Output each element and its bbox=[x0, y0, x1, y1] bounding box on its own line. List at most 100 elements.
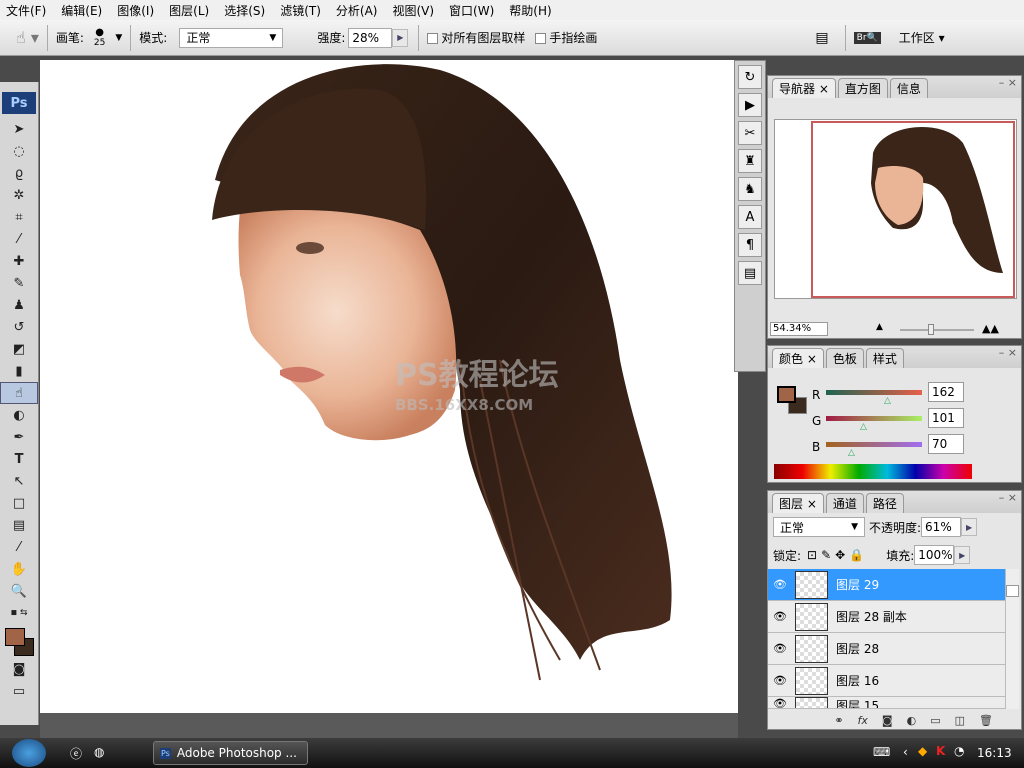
layer-row[interactable]: 👁 图层 15 bbox=[768, 697, 1005, 709]
link-layers-icon[interactable]: ⚭ bbox=[834, 714, 843, 727]
zoom-slider-handle[interactable] bbox=[928, 324, 934, 335]
menu-edit[interactable]: 编辑(E) bbox=[61, 2, 102, 19]
zoom-in-icon[interactable]: ▲▲ bbox=[982, 322, 999, 335]
move-tool-icon[interactable]: ➤ bbox=[0, 118, 38, 140]
b-slider[interactable] bbox=[826, 442, 922, 447]
adjustment-layer-icon[interactable]: ◐ bbox=[907, 714, 917, 727]
show-desktop-icon[interactable]: ◍ bbox=[94, 745, 104, 759]
delete-layer-icon[interactable]: 🗑 bbox=[979, 714, 993, 727]
brushes-panel-icon[interactable]: ♜ bbox=[738, 149, 762, 173]
tab-navigator[interactable]: 导航器 × bbox=[772, 78, 836, 98]
notes-tool-icon[interactable]: ▤ bbox=[0, 514, 38, 536]
visibility-eye-icon[interactable]: 👁 bbox=[768, 610, 792, 623]
layer-row[interactable]: 👁 图层 29 bbox=[768, 569, 1005, 601]
tray-expand-icon[interactable]: ‹ bbox=[903, 745, 908, 759]
menu-view[interactable]: 视图(V) bbox=[392, 2, 434, 19]
color-spectrum-bar[interactable] bbox=[774, 464, 972, 479]
r-slider[interactable] bbox=[826, 390, 922, 395]
actions-panel-icon[interactable]: ▶ bbox=[738, 93, 762, 117]
mode-select[interactable]: 正常 ▼ bbox=[179, 27, 284, 48]
zoom-out-icon[interactable]: ▲ bbox=[876, 322, 883, 332]
navigator-zoom-slider[interactable] bbox=[900, 324, 974, 335]
layer-row[interactable]: 👁 图层 28 副本 bbox=[768, 601, 1005, 633]
tab-layers[interactable]: 图层 × bbox=[772, 493, 824, 513]
g-slider-handle[interactable]: △ bbox=[860, 422, 867, 432]
rectangle-tool-icon[interactable]: □ bbox=[0, 492, 38, 514]
lock-position-icon[interactable]: ✥ bbox=[835, 548, 845, 562]
opacity-slider-button[interactable]: ▶ bbox=[961, 518, 978, 536]
taskbar-photoshop-button[interactable]: Ps Adobe Photoshop ... bbox=[153, 741, 308, 765]
gradient-tool-icon[interactable]: ▮ bbox=[0, 360, 38, 382]
quick-mask-icon[interactable]: ◙ bbox=[0, 658, 38, 680]
marquee-tool-icon[interactable]: ◌ bbox=[0, 140, 38, 162]
swap-colors-icon[interactable]: ◾ ⇆ bbox=[0, 602, 38, 624]
menu-image[interactable]: 图像(I) bbox=[117, 2, 154, 19]
color-swatches[interactable] bbox=[0, 624, 38, 658]
opacity-input[interactable]: 61% bbox=[921, 517, 962, 537]
layers-scrollbar[interactable] bbox=[1005, 569, 1019, 709]
screen-mode-icon[interactable]: ▭ bbox=[0, 680, 38, 702]
paragraph-panel-icon[interactable]: ¶ bbox=[738, 233, 762, 257]
dodge-tool-icon[interactable]: ◐ bbox=[0, 404, 38, 426]
eraser-tool-icon[interactable]: ◩ bbox=[0, 338, 38, 360]
workspace-menu[interactable]: 工作区 ▾ bbox=[899, 29, 945, 46]
eyedropper-tool-icon[interactable]: ⁄ bbox=[0, 228, 38, 250]
visibility-eye-icon[interactable]: 👁 bbox=[768, 697, 792, 708]
menu-filter[interactable]: 滤镜(T) bbox=[280, 2, 321, 19]
lock-all-icon[interactable]: 🔒 bbox=[849, 548, 864, 562]
menu-analysis[interactable]: 分析(A) bbox=[336, 2, 378, 19]
r-input[interactable] bbox=[928, 382, 964, 402]
history-panel-icon[interactable]: ↻ bbox=[738, 65, 762, 89]
ie-quicklaunch-icon[interactable]: ⓔ bbox=[70, 745, 82, 762]
layer-comps-icon[interactable]: ▤ bbox=[738, 261, 762, 285]
sample-all-layers-checkbox[interactable]: 对所有图层取样 bbox=[427, 29, 525, 46]
clone-source-icon[interactable]: ♞ bbox=[738, 177, 762, 201]
b-input[interactable] bbox=[928, 434, 964, 454]
finger-painting-checkbox[interactable]: 手指绘画 bbox=[535, 29, 597, 46]
b-slider-handle[interactable]: △ bbox=[848, 448, 855, 458]
navigator-zoom-input[interactable]: 54.34% bbox=[770, 322, 828, 336]
tab-channels[interactable]: 通道 bbox=[825, 493, 864, 513]
panel-close-icon[interactable]: – × bbox=[999, 491, 1017, 504]
color-foreground-swatch[interactable] bbox=[777, 386, 796, 403]
pen-tool-icon[interactable]: ✒ bbox=[0, 426, 38, 448]
blend-mode-select[interactable]: 正常 ▼ bbox=[773, 517, 865, 537]
tab-color[interactable]: 颜色 × bbox=[772, 348, 824, 368]
palette-well-icon[interactable]: ▤ bbox=[815, 30, 828, 46]
tool-presets-icon[interactable]: ✂ bbox=[738, 121, 762, 145]
menu-window[interactable]: 窗口(W) bbox=[449, 2, 494, 19]
path-selection-tool-icon[interactable]: ↖ bbox=[0, 470, 38, 492]
type-tool-icon[interactable]: T bbox=[0, 448, 38, 470]
start-button[interactable] bbox=[12, 739, 46, 767]
g-input[interactable] bbox=[928, 408, 964, 428]
lasso-tool-icon[interactable]: ϱ bbox=[0, 162, 38, 184]
fill-slider-button[interactable]: ▶ bbox=[954, 546, 971, 564]
tab-info[interactable]: 信息 bbox=[889, 78, 928, 98]
tray-app-icon[interactable]: ◆ bbox=[918, 744, 927, 758]
visibility-eye-icon[interactable]: 👁 bbox=[768, 642, 792, 655]
lock-image-icon[interactable]: ✎ bbox=[821, 548, 831, 562]
character-panel-icon[interactable]: A bbox=[738, 205, 762, 229]
fill-input[interactable]: 100% bbox=[914, 545, 955, 565]
menu-help[interactable]: 帮助(H) bbox=[509, 2, 551, 19]
menu-file[interactable]: 文件(F) bbox=[6, 2, 46, 19]
zoom-tool-icon[interactable]: 🔍 bbox=[0, 580, 38, 602]
crop-tool-icon[interactable]: ⌗ bbox=[0, 206, 38, 228]
tab-swatches[interactable]: 色板 bbox=[825, 348, 864, 368]
foreground-color-swatch[interactable] bbox=[5, 628, 25, 646]
history-brush-tool-icon[interactable]: ↺ bbox=[0, 316, 38, 338]
g-slider[interactable] bbox=[826, 416, 922, 421]
panel-close-icon[interactable]: – × bbox=[999, 346, 1017, 359]
navigator-view-box[interactable] bbox=[811, 121, 1015, 298]
add-mask-icon[interactable]: ◙ bbox=[882, 714, 893, 727]
navigator-thumbnail[interactable] bbox=[774, 119, 1017, 299]
keyboard-icon[interactable]: ⌨ bbox=[873, 745, 890, 759]
brush-dropdown-icon[interactable]: ▼ bbox=[115, 33, 122, 43]
visibility-eye-icon[interactable]: 👁 bbox=[768, 674, 792, 687]
r-slider-handle[interactable]: △ bbox=[884, 396, 891, 406]
layer-style-fx-icon[interactable]: fx bbox=[858, 714, 868, 727]
panel-close-icon[interactable]: – × bbox=[999, 76, 1017, 89]
new-layer-icon[interactable]: ◫ bbox=[955, 714, 965, 727]
layer-row[interactable]: 👁 图层 28 bbox=[768, 633, 1005, 665]
lock-transparent-icon[interactable]: ⊡ bbox=[807, 548, 817, 562]
